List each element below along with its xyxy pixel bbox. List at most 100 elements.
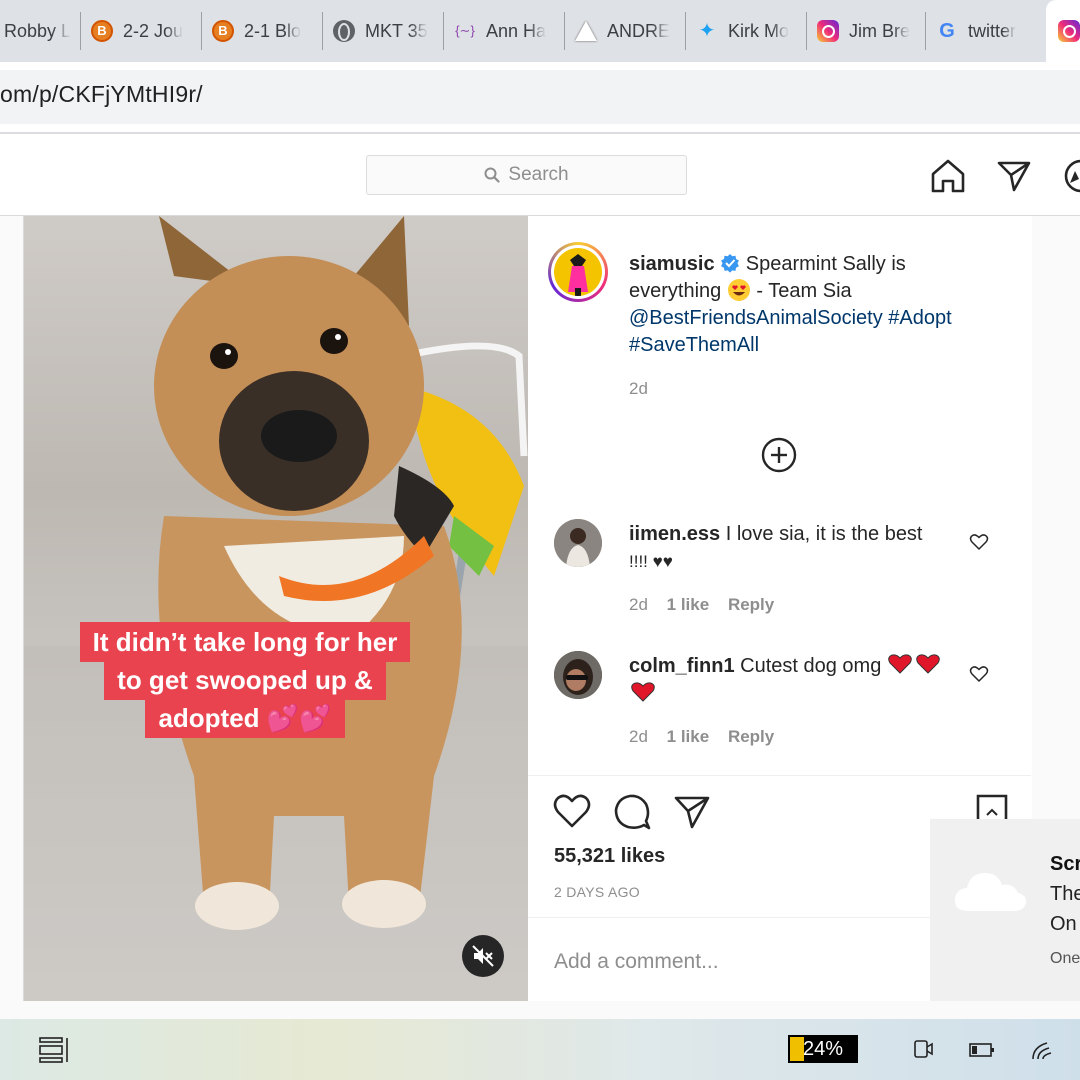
instagram-icon — [1058, 20, 1080, 42]
toast-footer: One — [1050, 950, 1080, 967]
divider — [528, 775, 1031, 776]
comment-time: 2d — [629, 727, 648, 746]
tab-title: MKT 35 — [365, 20, 428, 41]
mute-button[interactable] — [462, 935, 504, 977]
add-comment-input[interactable]: Add a comment... — [554, 950, 719, 974]
comment-text: colm_finn1 Cutest dog omg — [629, 653, 943, 680]
tab-title: Ann Ha — [486, 20, 547, 41]
hashtag-link[interactable]: #Adopt — [888, 307, 951, 329]
cloud-icon — [954, 873, 1027, 911]
browser-tab[interactable]: ANDRE — [565, 0, 685, 62]
comment-text: iimen.ess I love sia, it is the best — [629, 521, 923, 548]
globe-icon — [333, 20, 355, 42]
wifi-icon[interactable] — [1031, 1039, 1057, 1061]
search-placeholder: Search — [508, 164, 569, 185]
caption-links: @BestFriendsAnimalSociety #Adopt — [629, 305, 952, 332]
instagram-icon — [817, 20, 839, 42]
browser-tab[interactable]: Robby L — [0, 0, 80, 62]
author-username[interactable]: siamusic — [629, 253, 715, 275]
battery-status-icon[interactable] — [969, 1041, 995, 1059]
tab-title: Robby L — [4, 20, 72, 41]
browser-tab[interactable]: {∼} Ann Ha — [444, 0, 564, 62]
comment-bubble-icon[interactable] — [613, 793, 651, 831]
tab-title: 2-2 Jou — [123, 20, 184, 41]
post-timestamp: 2d — [629, 379, 648, 398]
avatar[interactable] — [554, 519, 602, 567]
share-icon[interactable] — [673, 794, 711, 830]
sail-icon — [575, 21, 597, 41]
caption-text: Spearmint Sally is — [745, 253, 906, 275]
post-caption: siamusic Spearmint Sally is — [629, 251, 906, 278]
browser-tab[interactable]: ✦ Kirk Mo — [686, 0, 806, 62]
reply-button[interactable]: Reply — [728, 727, 774, 746]
post-video[interactable]: It didn’t take long for her to get swoop… — [24, 216, 528, 1001]
video-caption: It didn’t take long for her to get swoop… — [61, 622, 429, 738]
comment-time: 2d — [629, 595, 648, 614]
tab-title: Jim Bre — [849, 20, 911, 41]
video-caption-line: It didn’t take long for her — [79, 622, 411, 662]
user-avatar-image — [554, 519, 602, 567]
browser-tab[interactable]: B 2-2 Jou — [81, 0, 201, 62]
ann-icon: {∼} — [455, 23, 475, 38]
battery-level — [790, 1037, 804, 1061]
browser-tab-strip: Robby L B 2-2 Jou B 2-1 Blo MKT 35 {∼} A… — [0, 0, 1080, 62]
likes-count[interactable]: 55,321 likes — [554, 845, 665, 868]
post-caption: everything - Team Sia — [629, 278, 852, 305]
search-input[interactable]: Search — [366, 155, 687, 195]
browser-tab-active[interactable] — [1046, 0, 1080, 62]
comment-meta: 2d 1 like Reply — [629, 595, 774, 615]
hashtag-link[interactable]: #SaveThemAll — [629, 332, 759, 359]
explore-icon[interactable] — [1062, 157, 1080, 195]
speaker-muted-icon — [472, 945, 494, 967]
google-icon: G — [939, 20, 955, 42]
comment-likes[interactable]: 1 like — [667, 595, 710, 614]
comment-username[interactable]: iimen.ess — [629, 523, 720, 545]
browser-tab[interactable]: Jim Bre — [807, 0, 925, 62]
twitter-icon: ✦ — [698, 20, 716, 42]
post-date: 2 DAYS AGO — [554, 884, 640, 900]
save-bookmark-icon[interactable] — [975, 793, 1009, 819]
comment-meta: 2d 1 like Reply — [629, 727, 774, 747]
dog-illustration — [24, 216, 528, 1001]
toast-line: On — [1050, 913, 1077, 935]
task-view-icon[interactable] — [38, 1036, 70, 1064]
browser-tab[interactable]: MKT 35 — [323, 0, 443, 62]
tab-title: ANDRE — [607, 20, 671, 41]
comment-username[interactable]: colm_finn1 — [629, 655, 735, 677]
blogger-icon: B — [212, 20, 234, 42]
onedrive-notification[interactable]: Scr The On One — [930, 819, 1080, 1001]
like-heart-icon[interactable] — [553, 793, 591, 829]
search-icon — [484, 167, 500, 183]
load-more-comments-icon[interactable] — [761, 437, 797, 473]
verified-badge-icon — [721, 254, 740, 273]
avatar[interactable] — [548, 242, 608, 302]
browser-tab[interactable]: B 2-1 Blo — [202, 0, 322, 62]
red-heart-emoji-icon — [631, 682, 655, 702]
sia-avatar-image — [568, 254, 588, 296]
toast-line: The — [1050, 883, 1080, 905]
url-text[interactable]: om/p/CKFjYMtHI9r/ — [0, 81, 203, 108]
comment-body: !!!! ♥♥ — [629, 552, 673, 571]
caption-text: - Team Sia — [756, 280, 852, 302]
comment-likes[interactable]: 1 like — [667, 727, 710, 746]
avatar[interactable] — [554, 651, 602, 699]
tab-title: Kirk Mo — [728, 20, 790, 41]
toast-title: Scr — [1050, 853, 1080, 875]
video-caption-line: to get swooped up & — [104, 660, 386, 700]
tab-title: twitter — [968, 20, 1017, 41]
like-comment-heart-icon[interactable] — [969, 664, 989, 684]
home-icon[interactable] — [929, 157, 967, 195]
direct-messages-icon[interactable] — [996, 158, 1032, 194]
battery-percent: 24% — [803, 1038, 844, 1060]
blogger-icon: B — [91, 20, 113, 42]
user-avatar-image — [554, 651, 602, 699]
reply-button[interactable]: Reply — [728, 595, 774, 614]
mention-link[interactable]: @BestFriendsAnimalSociety — [629, 307, 883, 329]
red-heart-emoji-icon — [888, 654, 940, 674]
meet-now-icon[interactable] — [912, 1038, 934, 1062]
like-comment-heart-icon[interactable] — [969, 532, 989, 552]
browser-tab[interactable]: G twitter — [926, 0, 1044, 62]
heart-eyes-emoji-icon — [727, 279, 750, 301]
comment-body: Cutest dog omg — [740, 655, 882, 677]
tab-title: 2-1 Blo — [244, 20, 302, 41]
